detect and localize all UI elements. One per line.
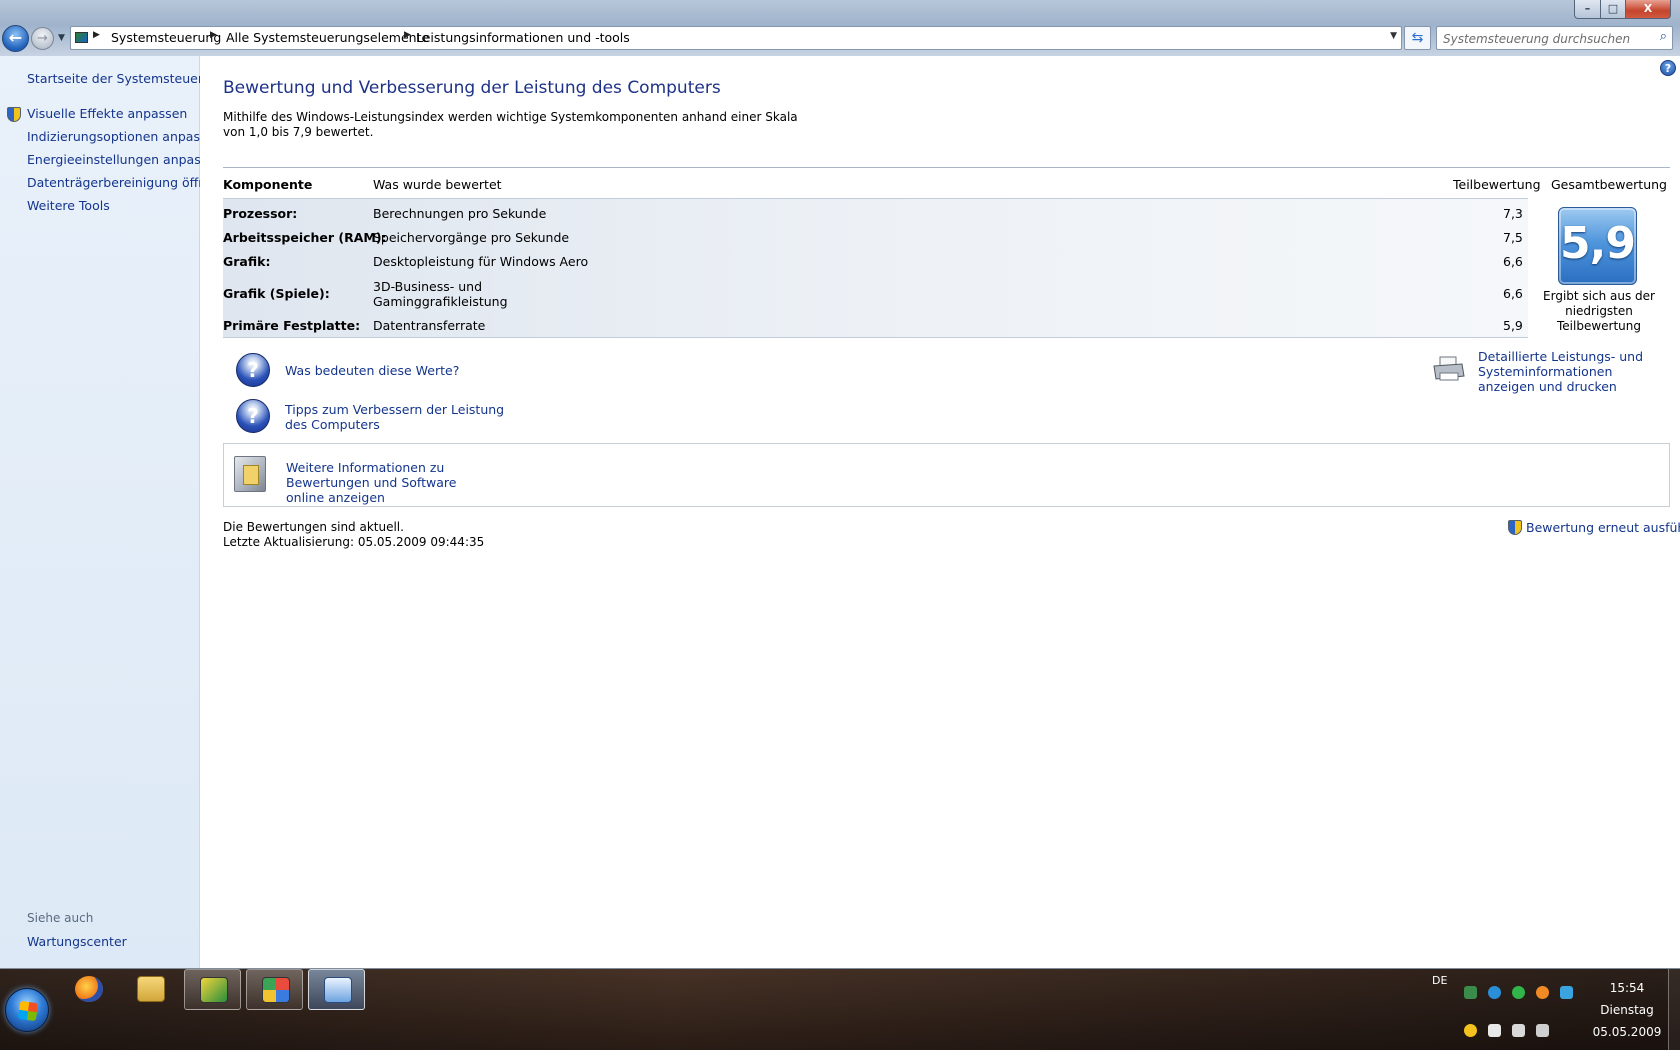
link-rerun-assessment[interactable]: Bewertung erneut ausführen: [1526, 520, 1680, 535]
software-info-icon: [234, 456, 266, 492]
base-score-caption: Ergibt sich aus der niedrigsten Teilbewe…: [1543, 289, 1655, 333]
tray-network-icon[interactable]: [1464, 986, 1477, 999]
help-icon[interactable]: ?: [1660, 60, 1676, 76]
maximize-button[interactable]: □: [1600, 0, 1626, 19]
breadcrumb-leistungsinformationen[interactable]: Leistungsinformationen und -tools: [416, 30, 630, 45]
intro-text: Mithilfe des Windows-Leistungsindex werd…: [223, 110, 798, 139]
close-icon: X: [1643, 2, 1653, 15]
folder-icon: [137, 976, 165, 1002]
volume-icon[interactable]: [1536, 1024, 1549, 1037]
window-titlebar: – □ X ← → ▼ ▶ Systemsteuerung ▶ Alle Sys…: [0, 0, 1680, 56]
clock-day[interactable]: Dienstag: [1590, 1003, 1664, 1017]
show-desktop-button[interactable]: [1668, 969, 1680, 1050]
breadcrumb-separator-icon[interactable]: ▶: [93, 30, 100, 40]
column-header-was-wurde-bewertet: Was wurde bewertet: [373, 177, 502, 192]
link-what-mean[interactable]: Was bedeuten diese Werte?: [285, 363, 459, 378]
component-description: 3D-Business- und Gaminggrafikleistung: [373, 279, 508, 309]
sidebar-item-datentraegerbereinigung[interactable]: Datenträgerbereinigung öffnen: [27, 175, 222, 190]
base-score-badge: 5,9: [1558, 207, 1637, 285]
application-icon: [262, 977, 290, 1003]
search-box[interactable]: ⌕: [1436, 26, 1673, 50]
tray-info-icon[interactable]: [1536, 986, 1549, 999]
status-current: Die Bewertungen sind aktuell.: [223, 520, 404, 534]
arrow-left-icon: ←: [8, 28, 23, 47]
sidebar-item-weitere-tools[interactable]: Weitere Tools: [27, 198, 110, 213]
sidebar-item-energieeinstellungen[interactable]: Energieeinstellungen anpassen: [27, 152, 223, 167]
component-description: Desktopleistung für Windows Aero: [373, 254, 589, 269]
breadcrumb-systemsteuerung[interactable]: Systemsteuerung: [111, 30, 221, 45]
component-label: Grafik (Spiele):: [223, 286, 330, 301]
component-label: Primäre Festplatte:: [223, 318, 361, 333]
sidebar-item-visuelle-effekte[interactable]: Visuelle Effekte anpassen: [27, 106, 187, 121]
page-title: Bewertung und Verbesserung der Leistung …: [223, 78, 721, 98]
maximize-icon: □: [1607, 2, 1619, 15]
link-online-info[interactable]: Weitere Informationen zu Bewertungen und…: [286, 460, 496, 505]
breadcrumb-separator-icon[interactable]: ▶: [404, 30, 411, 40]
recent-pages-dropdown[interactable]: ▼: [58, 33, 65, 43]
component-label: Grafik:: [223, 254, 271, 269]
base-score-value: 5,9: [1560, 218, 1636, 269]
component-description: Datentransferrate: [373, 318, 486, 333]
base-score-panel: 5,9 Ergibt sich aus der niedrigsten Teil…: [1528, 198, 1670, 338]
taskbar-firefox[interactable]: [60, 969, 117, 1010]
component-description: Berechnungen pro Sekunde: [373, 206, 547, 221]
component-label: Prozessor:: [223, 206, 298, 221]
printer-icon: [1433, 356, 1465, 381]
taskbar-explorer[interactable]: [122, 969, 179, 1010]
task-pane: Startseite der Systemsteuerung Visuelle …: [0, 56, 227, 968]
chevron-down-icon: ▼: [58, 33, 65, 43]
flag-icon[interactable]: [1488, 1024, 1501, 1037]
sidebar-item-indizierungsoptionen[interactable]: Indizierungsoptionen anpassen: [27, 129, 222, 144]
start-button[interactable]: [5, 988, 49, 1032]
clock-date[interactable]: 05.05.2009: [1590, 1025, 1664, 1039]
help-question-icon: ?: [236, 353, 270, 387]
arrow-right-icon: →: [37, 31, 48, 46]
forward-button[interactable]: →: [31, 27, 54, 50]
minimize-icon: –: [1584, 2, 1591, 15]
tray-security-icon[interactable]: [1464, 1024, 1477, 1037]
component-description: Speichervorgänge pro Sekunde: [373, 230, 570, 245]
refresh-icon: ⇆: [1411, 30, 1424, 46]
search-icon[interactable]: ⌕: [1660, 29, 1667, 44]
search-input[interactable]: [1443, 30, 1643, 47]
tray-app-icon[interactable]: [1512, 986, 1525, 999]
network-icon[interactable]: [1512, 1024, 1525, 1037]
taskbar: DE 15:54 Dienstag 05.05.2009: [0, 968, 1680, 1050]
address-bar[interactable]: ▶ Systemsteuerung ▶ Alle Systemsteuerung…: [70, 26, 1402, 50]
link-details[interactable]: Detaillierte Leistungs- und Systeminform…: [1478, 349, 1668, 394]
sidebar-item-startseite[interactable]: Startseite der Systemsteuerung: [27, 71, 227, 86]
application-icon: [200, 977, 228, 1003]
column-header-teilbewertung: Teilbewertung: [1453, 177, 1541, 192]
see-also-heading: Siehe auch: [27, 911, 94, 925]
control-panel-icon: [324, 977, 352, 1003]
taskbar-app[interactable]: [246, 969, 303, 1010]
main-content: ? Bewertung und Verbesserung der Leistun…: [200, 56, 1680, 968]
column-header-komponente: Komponente: [223, 177, 313, 192]
close-button[interactable]: X: [1625, 0, 1671, 19]
language-indicator[interactable]: DE: [1432, 974, 1447, 987]
back-button[interactable]: ←: [2, 25, 29, 52]
link-tips[interactable]: Tipps zum Verbessern der Leistung des Co…: [285, 402, 505, 432]
minimize-button[interactable]: –: [1574, 0, 1601, 19]
uac-shield-icon: [1508, 520, 1522, 535]
taskbar-app[interactable]: [184, 969, 241, 1010]
breadcrumb-separator-icon[interactable]: ▶: [210, 30, 217, 40]
clock-time[interactable]: 15:54: [1590, 981, 1664, 995]
taskbar-control-panel[interactable]: [308, 969, 365, 1010]
chevron-down-icon[interactable]: ▼: [1390, 31, 1397, 41]
component-label: Arbeitsspeicher (RAM):: [223, 230, 387, 245]
uac-shield-icon: [7, 107, 21, 122]
status-last-update: Letzte Aktualisierung: 05.05.2009 09:44:…: [223, 535, 485, 549]
table-divider: [223, 167, 1670, 168]
column-header-gesamtbewertung: Gesamtbewertung: [1551, 177, 1667, 192]
breadcrumb-alle-elemente[interactable]: Alle Systemsteuerungselemente: [226, 30, 429, 45]
firefox-icon: [75, 976, 103, 1002]
control-panel-icon: [75, 32, 88, 43]
tray-update-icon[interactable]: [1560, 986, 1573, 999]
refresh-button[interactable]: ⇆: [1404, 26, 1431, 50]
tray-bluetooth-icon[interactable]: [1488, 986, 1501, 999]
sidebar-item-wartungscenter[interactable]: Wartungscenter: [27, 934, 127, 949]
online-info-box: Weitere Informationen zu Bewertungen und…: [223, 443, 1670, 507]
help-question-icon: ?: [236, 399, 270, 433]
